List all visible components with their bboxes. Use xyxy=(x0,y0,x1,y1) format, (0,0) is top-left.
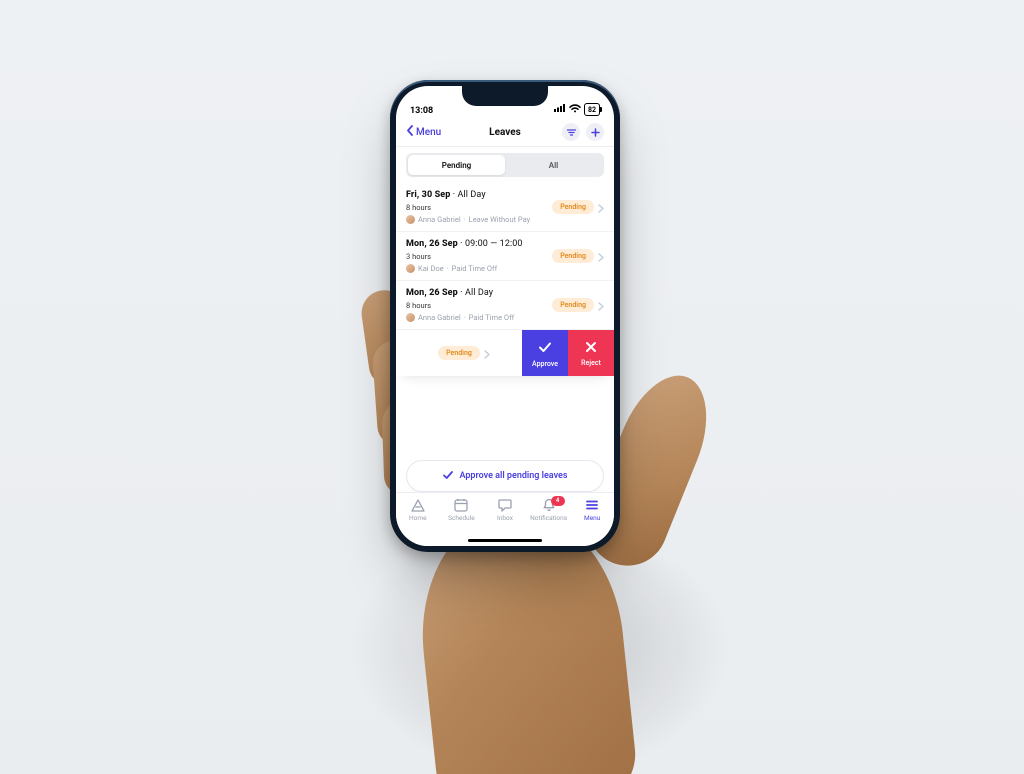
menu-icon xyxy=(584,498,600,512)
tab-menu-label: Menu xyxy=(584,514,600,522)
chat-icon xyxy=(497,498,513,512)
tab-inbox-label: Inbox xyxy=(497,514,513,522)
leave-person: Kai Doe xyxy=(418,264,444,273)
avatar xyxy=(406,313,415,322)
hand-shadow xyxy=(350,560,730,774)
chevron-left-icon xyxy=(406,125,414,139)
battery-level: 82 xyxy=(588,106,596,114)
approve-all-label: Approve all pending leaves xyxy=(459,471,567,481)
segment-all-label: All xyxy=(549,161,559,170)
check-icon xyxy=(442,469,454,484)
approve-button[interactable]: Approve xyxy=(522,330,568,376)
back-button[interactable]: Menu xyxy=(406,125,441,139)
nav-header: Menu Leaves xyxy=(396,118,614,147)
home-indicator[interactable] xyxy=(468,539,542,543)
leave-title: Mon, 26 Sep · 09:00 — 12:00 xyxy=(406,239,552,249)
leave-row-swiped[interactable]: Pending Approve Reject xyxy=(396,330,614,376)
leave-type: Leave Without Pay xyxy=(469,215,531,224)
phone-screen: 13:08 82 Menu Leaves xyxy=(396,86,614,546)
status-badge: Pending xyxy=(552,298,594,312)
avatar xyxy=(406,264,415,273)
calendar-icon xyxy=(453,498,469,512)
wifi-icon xyxy=(569,104,581,116)
phone-notch xyxy=(462,86,548,106)
segmented-control: Pending All xyxy=(396,147,614,183)
leave-duration: 8 hours xyxy=(406,301,552,310)
reject-label: Reject xyxy=(581,359,601,367)
chevron-right-icon xyxy=(598,247,604,266)
tab-schedule[interactable]: Schedule xyxy=(440,498,484,522)
tab-notifications-label: Notifications xyxy=(530,514,567,522)
chevron-right-icon xyxy=(484,344,490,363)
avatar xyxy=(406,215,415,224)
tab-inbox[interactable]: Inbox xyxy=(483,498,527,522)
tab-home[interactable]: Home xyxy=(396,498,440,522)
leave-type: Paid Time Off xyxy=(469,313,515,322)
leave-meta: Kai Doe · Paid Time Off xyxy=(406,264,552,273)
filter-icon xyxy=(566,123,577,142)
chevron-right-icon xyxy=(598,296,604,315)
tab-bar: Home Schedule Inbox 4 Notifications xyxy=(396,492,614,546)
segment-all[interactable]: All xyxy=(505,155,602,175)
leave-row[interactable]: Mon, 26 Sep · 09:00 — 12:00 3 hours Kai … xyxy=(396,232,614,281)
tab-schedule-label: Schedule xyxy=(448,514,475,522)
leave-type: Paid Time Off xyxy=(452,264,498,273)
leave-duration: 8 hours xyxy=(406,203,552,212)
leave-duration: 3 hours xyxy=(406,252,552,261)
status-badge: Pending xyxy=(552,200,594,214)
filter-button[interactable] xyxy=(562,123,580,141)
add-button[interactable] xyxy=(586,123,604,141)
segment-pending-label: Pending xyxy=(442,161,471,170)
leave-meta: Anna Gabriel · Paid Time Off xyxy=(406,313,552,322)
check-icon xyxy=(537,339,553,357)
status-time: 13:08 xyxy=(410,106,433,116)
leave-row[interactable]: Fri, 30 Sep · All Day 8 hours Anna Gabri… xyxy=(396,183,614,232)
reject-button[interactable]: Reject xyxy=(568,330,614,376)
approve-label: Approve xyxy=(532,360,558,368)
tab-menu[interactable]: Menu xyxy=(570,498,614,522)
home-icon xyxy=(410,498,426,512)
plus-icon xyxy=(590,123,601,142)
tab-home-label: Home xyxy=(409,514,427,522)
segment-pending[interactable]: Pending xyxy=(408,155,505,175)
tab-notifications[interactable]: 4 Notifications xyxy=(527,498,571,522)
status-badge: Pending xyxy=(438,346,480,360)
leave-person: Anna Gabriel xyxy=(418,313,461,322)
back-label: Menu xyxy=(416,127,441,138)
chevron-right-icon xyxy=(598,198,604,217)
leave-title: Fri, 30 Sep · All Day xyxy=(406,190,552,200)
leave-title: Mon, 26 Sep · All Day xyxy=(406,288,552,298)
phone-frame: 13:08 82 Menu Leaves xyxy=(390,80,620,552)
notification-badge: 4 xyxy=(551,496,565,506)
leave-person: Anna Gabriel xyxy=(418,215,461,224)
close-icon xyxy=(584,340,598,356)
leave-meta: Anna Gabriel · Leave Without Pay xyxy=(406,215,552,224)
cellular-icon xyxy=(554,104,566,115)
leave-row[interactable]: Mon, 26 Sep · All Day 8 hours Anna Gabri… xyxy=(396,281,614,330)
battery-icon: 82 xyxy=(584,103,600,116)
approve-all-button[interactable]: Approve all pending leaves xyxy=(406,460,604,492)
status-badge: Pending xyxy=(552,249,594,263)
